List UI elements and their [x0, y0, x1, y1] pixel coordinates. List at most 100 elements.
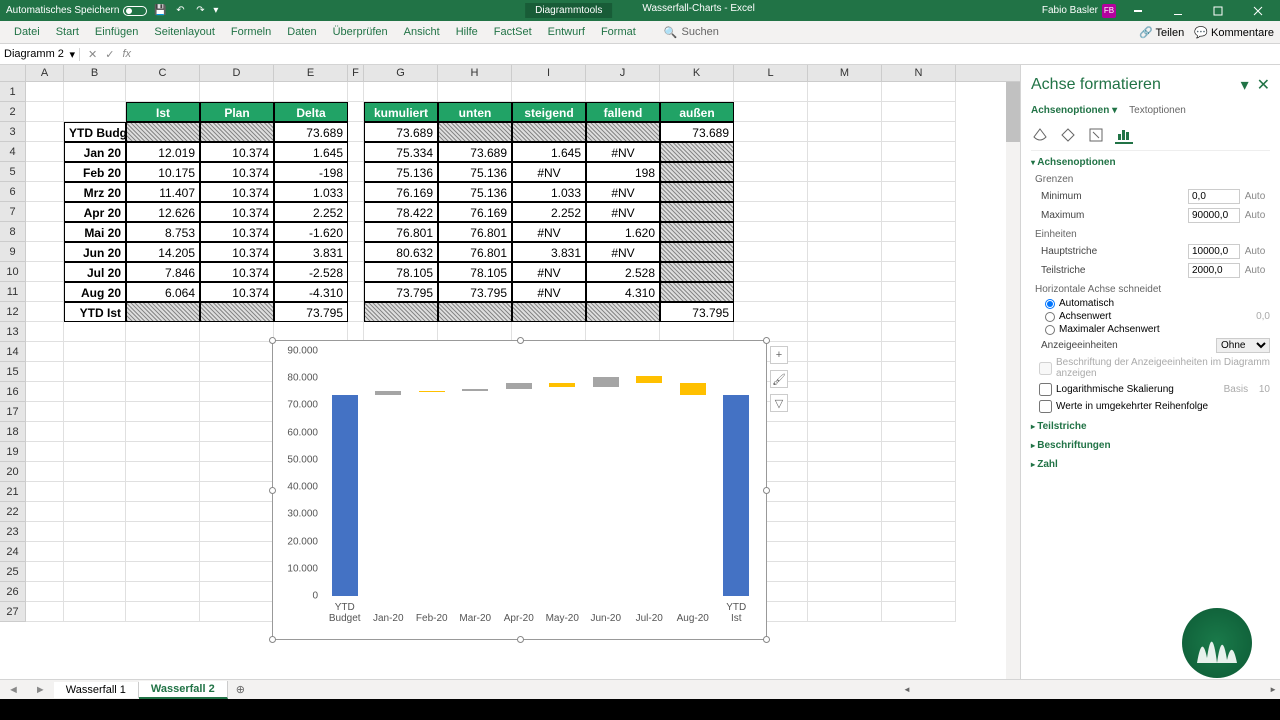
cell[interactable]	[512, 302, 586, 322]
add-sheet-icon[interactable]: ⊕	[228, 683, 253, 696]
cell[interactable]	[882, 602, 956, 622]
cell[interactable]: 12.019	[126, 142, 200, 162]
cell[interactable]: 2.252	[512, 202, 586, 222]
cell[interactable]	[660, 242, 734, 262]
cell[interactable]	[126, 442, 200, 462]
cell[interactable]	[348, 262, 364, 282]
cell[interactable]	[660, 182, 734, 202]
cell[interactable]	[200, 462, 274, 482]
cell[interactable]: 10.374	[200, 142, 274, 162]
tab-einfuegen[interactable]: Einfügen	[87, 21, 146, 43]
cell[interactable]: #NV	[512, 162, 586, 182]
cell[interactable]	[882, 462, 956, 482]
bar-steigend[interactable]	[506, 383, 532, 389]
close-icon[interactable]	[1240, 0, 1276, 21]
cell[interactable]: 1.645	[274, 142, 348, 162]
cell[interactable]	[64, 422, 126, 442]
cell[interactable]: 73.689	[660, 122, 734, 142]
cell[interactable]	[26, 442, 64, 462]
cell[interactable]	[26, 542, 64, 562]
cell[interactable]	[26, 462, 64, 482]
cell[interactable]: 3.831	[274, 242, 348, 262]
cell[interactable]	[348, 202, 364, 222]
cell[interactable]	[126, 422, 200, 442]
axis-options-tab[interactable]: Achsenoptionen ▾	[1031, 105, 1117, 116]
cell[interactable]	[64, 382, 126, 402]
name-box[interactable]: Diagramm 2 ▾	[0, 48, 80, 61]
cell[interactable]	[808, 422, 882, 442]
row-header-5[interactable]: 5	[0, 162, 26, 182]
major-input[interactable]	[1188, 244, 1240, 259]
cell[interactable]	[126, 342, 200, 362]
cell[interactable]	[64, 582, 126, 602]
panel-close-icon[interactable]: ✕	[1257, 75, 1270, 95]
row-header-22[interactable]: 22	[0, 502, 26, 522]
cell[interactable]	[26, 242, 64, 262]
display-units-select[interactable]: Ohne	[1216, 338, 1270, 353]
cell[interactable]	[64, 502, 126, 522]
cell[interactable]: 78.422	[364, 202, 438, 222]
cell[interactable]: Apr 20	[64, 202, 126, 222]
cell[interactable]	[126, 382, 200, 402]
cell[interactable]	[26, 482, 64, 502]
col-header-K[interactable]: K	[660, 65, 734, 81]
share-button[interactable]: 🔗 Teilen	[1139, 26, 1184, 39]
cell[interactable]	[882, 302, 956, 322]
cell[interactable]: #NV	[512, 282, 586, 302]
cell[interactable]	[200, 402, 274, 422]
row-header-14[interactable]: 14	[0, 342, 26, 362]
cell[interactable]: 75.334	[364, 142, 438, 162]
resize-handle[interactable]	[269, 487, 276, 494]
cell[interactable]	[126, 402, 200, 422]
cell[interactable]	[734, 102, 808, 122]
cell[interactable]	[882, 582, 956, 602]
cell[interactable]	[364, 82, 438, 102]
cell[interactable]: 76.801	[438, 242, 512, 262]
crosses-value-radio[interactable]	[1045, 312, 1055, 322]
cell[interactable]: 78.105	[438, 262, 512, 282]
cell[interactable]	[882, 282, 956, 302]
cell[interactable]: 10.374	[200, 262, 274, 282]
cell[interactable]	[734, 262, 808, 282]
horizontal-scrollbar[interactable]	[900, 683, 1280, 697]
sheet-tab-2[interactable]: Wasserfall 2	[139, 681, 228, 699]
cell[interactable]: 78.105	[364, 262, 438, 282]
cell[interactable]	[660, 82, 734, 102]
row-header-18[interactable]: 18	[0, 422, 26, 442]
cell[interactable]	[200, 382, 274, 402]
cell[interactable]: Feb 20	[64, 162, 126, 182]
cell[interactable]	[734, 302, 808, 322]
cell[interactable]: 76.801	[438, 222, 512, 242]
qat-customize-icon[interactable]: ▾	[213, 5, 218, 16]
search-box[interactable]: 🔍 Suchen	[664, 26, 719, 39]
cell[interactable]: unten	[438, 102, 512, 122]
cell[interactable]: 1.645	[512, 142, 586, 162]
cell[interactable]	[200, 542, 274, 562]
row-header-20[interactable]: 20	[0, 462, 26, 482]
row-header-24[interactable]: 24	[0, 542, 26, 562]
cell[interactable]	[348, 282, 364, 302]
cell[interactable]	[26, 262, 64, 282]
cell[interactable]	[808, 382, 882, 402]
cell[interactable]	[126, 82, 200, 102]
cell[interactable]: #NV	[512, 262, 586, 282]
cell[interactable]	[882, 242, 956, 262]
cell[interactable]	[438, 322, 512, 342]
cell[interactable]	[882, 202, 956, 222]
chart-filter-icon[interactable]: ▽	[770, 394, 788, 412]
row-header-3[interactable]: 3	[0, 122, 26, 142]
cell[interactable]	[126, 322, 200, 342]
row-header-15[interactable]: 15	[0, 362, 26, 382]
cell[interactable]	[64, 602, 126, 622]
resize-handle[interactable]	[269, 636, 276, 643]
cell[interactable]	[882, 182, 956, 202]
cell[interactable]	[734, 282, 808, 302]
cell[interactable]	[64, 442, 126, 462]
cell[interactable]	[512, 82, 586, 102]
cell[interactable]	[808, 542, 882, 562]
cell[interactable]: 73.689	[274, 122, 348, 142]
cell[interactable]	[126, 122, 200, 142]
cell[interactable]: 10.374	[200, 282, 274, 302]
cell[interactable]	[26, 402, 64, 422]
axis-options-section[interactable]: Achsenoptionen	[1031, 151, 1270, 170]
